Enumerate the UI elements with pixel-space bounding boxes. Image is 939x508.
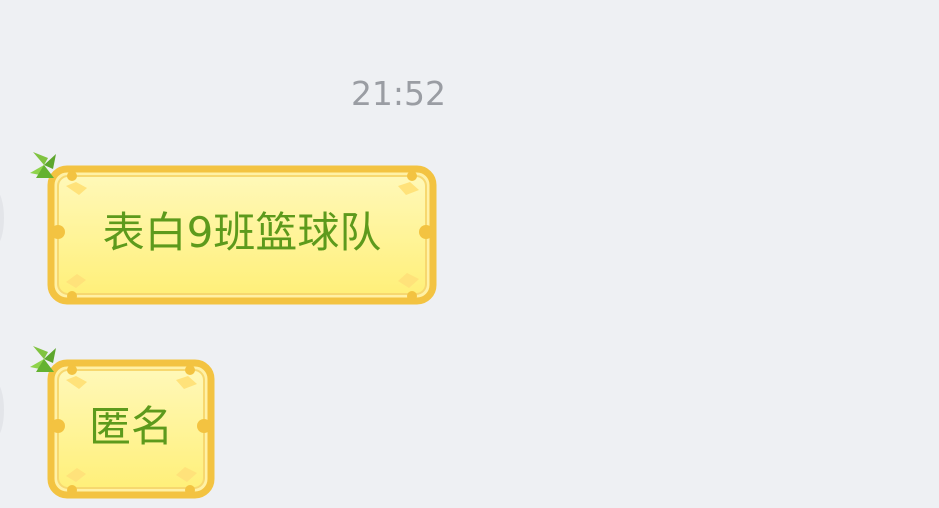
avatar[interactable] (0, 190, 4, 246)
avatar[interactable] (0, 382, 4, 438)
message-bubble[interactable]: 匿名 (30, 346, 220, 502)
message-bubble[interactable]: 表白9班篮球队 (30, 152, 442, 308)
leaf-icon (30, 346, 56, 372)
message-text: 表白9班篮球队 (102, 208, 382, 257)
message-timestamp: 21:52 (350, 74, 447, 113)
message-text: 匿名 (88, 402, 173, 451)
leaf-icon (30, 152, 56, 178)
